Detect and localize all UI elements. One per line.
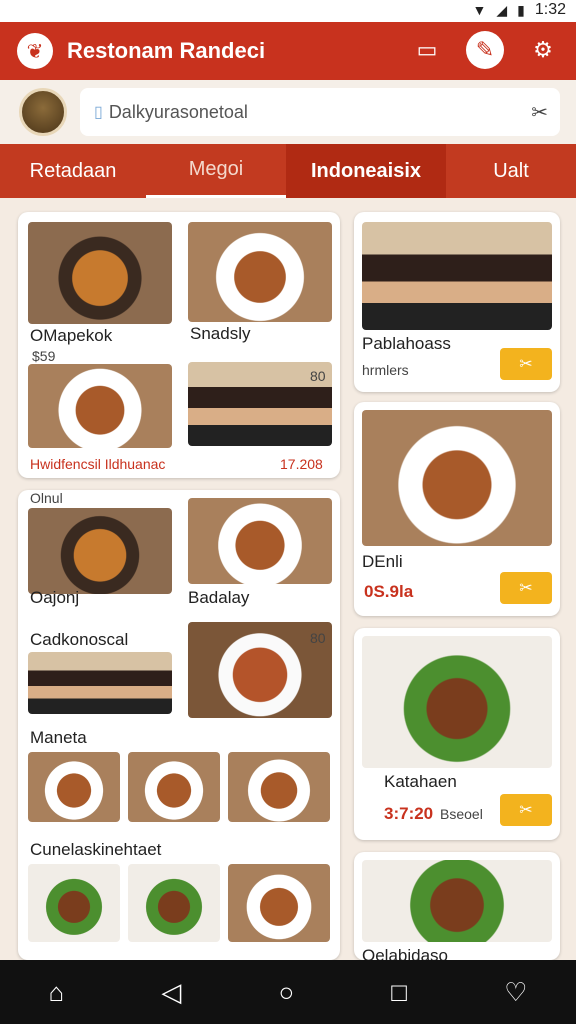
card-footer-text: Hwidfencsil Ildhuanac: [30, 456, 166, 472]
status-time: 1:32: [534, 1, 566, 18]
food-image: [128, 752, 220, 822]
food-image: [188, 498, 332, 584]
menu-card-r3[interactable]: Katahaen 3:7:20 Bseoel ✂: [354, 628, 560, 840]
dish-subtitle: hrmlers: [362, 362, 409, 378]
scissors-icon[interactable]: ✂: [531, 100, 548, 125]
food-image: [362, 410, 552, 546]
section-caption: Olnul: [30, 490, 63, 506]
card-footer-price: 17.208: [280, 456, 323, 472]
dish-subtitle: Cadkonoscal: [30, 630, 129, 649]
dish-subtitle: Bseoel: [440, 806, 483, 822]
system-nav-bar: ⌂ ◁ ○ □ ♡: [0, 960, 576, 1024]
dish-price: 0S.9la: [364, 582, 414, 601]
section-heading: Cunelaskinehtaet: [30, 840, 162, 859]
dish-title: DEnli: [362, 552, 403, 571]
chef-photo: [28, 652, 172, 714]
category-tabs: Retadaan Megoi Indoneaisix Ualt: [0, 144, 576, 198]
dish-title: Oelabidaso: [362, 946, 449, 960]
location-icon[interactable]: ♡: [504, 977, 527, 1008]
menu-card-r1[interactable]: Pablahoass hrmlers ✂: [354, 212, 560, 392]
food-image: [188, 222, 332, 322]
avatar[interactable]: [19, 88, 67, 136]
circle-home-icon[interactable]: ○: [278, 977, 294, 1008]
menu-card-1[interactable]: OMapekok $59 Snadsly 80 Hwidfencsil Ildh…: [18, 212, 340, 478]
food-image: [362, 860, 552, 942]
search-input[interactable]: ▯ Dalkyurasonetoal ✂: [80, 88, 560, 136]
dish-title: Oajonj: [30, 588, 80, 607]
food-image: [362, 636, 552, 768]
recents-icon[interactable]: □: [391, 977, 407, 1008]
menu-card-2[interactable]: Olnul Oajonj Badalay Cadkonoscal 80 Mane…: [18, 490, 340, 960]
dish-title: Snadsly: [190, 324, 251, 343]
food-image: [128, 864, 220, 942]
app-bar: ❦ Restonam Randeci ▭ ✎ ⚙: [0, 22, 576, 80]
food-image: [28, 364, 172, 448]
food-image: [28, 222, 172, 324]
add-to-cart-button[interactable]: ✂: [500, 794, 552, 826]
section-heading: Maneta: [30, 728, 87, 747]
restaurant-logo-icon[interactable]: ❦: [17, 33, 53, 69]
dish-title: OMapekok: [30, 326, 113, 345]
food-image: [28, 864, 120, 942]
tab-retadaan[interactable]: Retadaan: [0, 144, 146, 198]
tab-ualt[interactable]: Ualt: [446, 144, 576, 198]
app-title: Restonam Randeci: [67, 38, 266, 63]
chef-photo: [362, 222, 552, 330]
settings-gear-icon[interactable]: ⚙: [524, 31, 562, 69]
chat-icon[interactable]: ✎: [466, 31, 504, 69]
dish-title: Pablahoass: [362, 334, 451, 353]
count-badge: 80: [310, 368, 326, 384]
count-badge: 80: [310, 630, 326, 646]
battery-icon: ▮: [517, 1, 525, 18]
tab-indoneaisix[interactable]: Indoneaisix: [286, 144, 446, 198]
search-placeholder: Dalkyurasonetoal: [108, 101, 248, 122]
dish-price: $59: [32, 348, 56, 364]
dish-title: Badalay: [188, 588, 250, 607]
menu-card-r2[interactable]: DEnli 0S.9la ✂: [354, 402, 560, 616]
add-to-cart-button[interactable]: ✂: [500, 348, 552, 380]
search-icon: ▯: [94, 104, 103, 121]
food-image: [28, 508, 172, 594]
home-icon[interactable]: ⌂: [49, 977, 65, 1008]
wifi-icon: ▼: [472, 2, 487, 18]
menu-card-r4[interactable]: Oelabidaso: [354, 852, 560, 960]
dish-title: Katahaen: [384, 772, 457, 791]
wallet-icon[interactable]: ▭: [408, 31, 446, 69]
food-image: [28, 752, 120, 822]
food-image: [228, 752, 330, 822]
search-row: ▯ Dalkyurasonetoal ✂: [0, 80, 576, 144]
signal-icon: ◢: [496, 1, 508, 18]
dish-price: 3:7:20: [384, 804, 434, 823]
status-bar: ▼ ◢ ▮ 1:32: [0, 0, 576, 22]
back-icon[interactable]: ◁: [161, 977, 181, 1008]
tab-megoi[interactable]: Megoi: [146, 144, 286, 198]
food-image: [228, 864, 330, 942]
add-to-cart-button[interactable]: ✂: [500, 572, 552, 604]
